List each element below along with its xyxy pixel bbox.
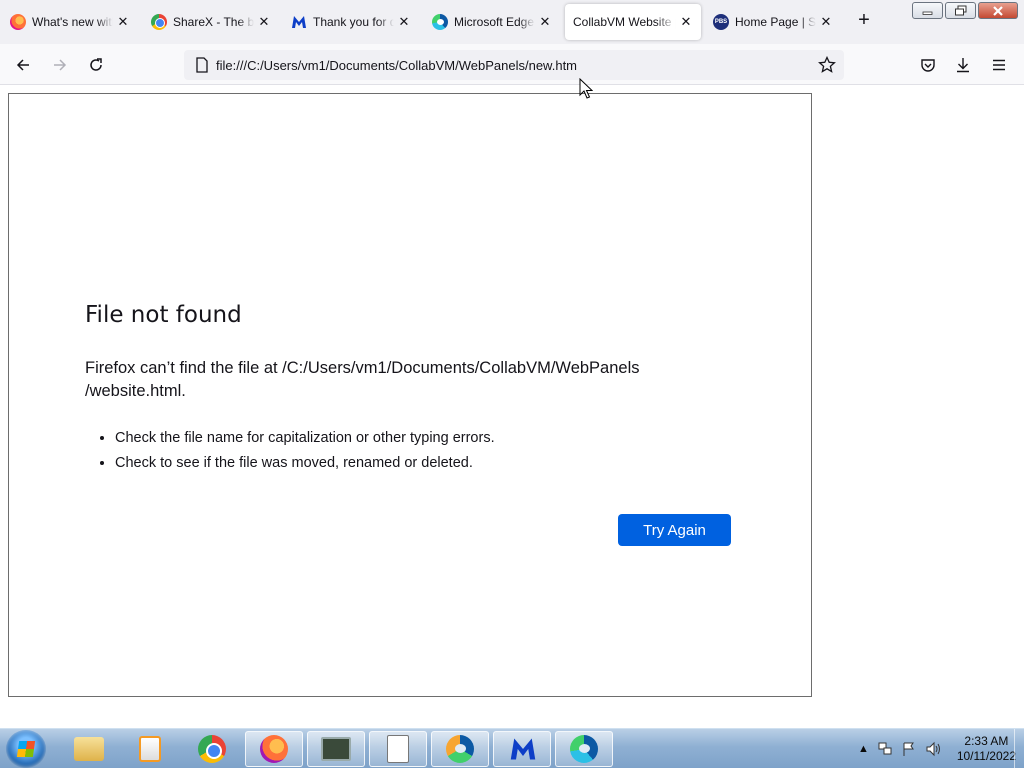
tab-title: What's new with <box>32 15 113 29</box>
list-item: Check to see if the file was moved, rena… <box>115 455 495 471</box>
close-window-button[interactable] <box>978 2 1018 19</box>
tab-title: Microsoft Edge <box>454 15 535 29</box>
tab-thank-you[interactable]: Thank you for d ✕ <box>283 4 419 40</box>
taskbar-chrome[interactable] <box>183 731 241 767</box>
taskbar-media-player[interactable] <box>121 731 179 767</box>
taskbar-malwarebytes[interactable] <box>493 731 551 767</box>
show-hidden-icons-icon[interactable]: ▲ <box>858 743 869 755</box>
action-center-flag-icon[interactable] <box>901 741 917 757</box>
chrome-icon <box>198 735 226 763</box>
close-tab-icon[interactable]: ✕ <box>819 14 833 30</box>
close-tab-icon[interactable]: ✕ <box>116 14 130 30</box>
suggestion-list: Check the file name for capitalization o… <box>115 430 495 480</box>
tab-title: CollabVM Website p <box>573 15 676 29</box>
start-button[interactable] <box>6 730 46 768</box>
network-icon[interactable] <box>877 741 893 757</box>
page-title: File not found <box>85 302 242 328</box>
new-tab-button[interactable]: + <box>853 10 875 32</box>
task-manager-icon <box>321 737 351 761</box>
notepad-icon <box>387 735 409 763</box>
tab-sharex[interactable]: ShareX - The be ✕ <box>143 4 279 40</box>
mouse-cursor-icon <box>579 78 593 99</box>
navigation-toolbar: file:///C:/Users/vm1/Documents/CollabVM/… <box>0 44 1024 85</box>
list-item: Check the file name for capitalization o… <box>115 430 495 446</box>
volume-icon[interactable] <box>925 741 943 757</box>
bookmark-star-icon[interactable] <box>818 55 836 79</box>
firefox-icon <box>260 735 288 763</box>
forward-button[interactable] <box>47 52 73 78</box>
folder-icon <box>74 737 104 761</box>
taskbar-edge[interactable] <box>555 731 613 767</box>
clock[interactable]: 2:33 AM 10/11/2022 <box>957 734 1016 764</box>
edge-dev-icon <box>446 735 474 763</box>
pbs-icon: PBS <box>713 14 729 30</box>
tab-whats-new[interactable]: What's new with ✕ <box>2 4 138 40</box>
tab-microsoft-edge[interactable]: Microsoft Edge ✕ <box>424 4 560 40</box>
downloads-button[interactable] <box>950 52 976 78</box>
restore-button[interactable] <box>945 2 976 19</box>
system-tray: ▲ 2:33 AM 10/11/2022 <box>858 729 1016 768</box>
edge-icon <box>432 14 448 30</box>
taskbar-notepad[interactable] <box>369 731 427 767</box>
malwarebytes-icon <box>508 735 536 763</box>
hamburger-menu-icon <box>993 59 1005 71</box>
tab-title: ShareX - The be <box>173 15 254 29</box>
back-button[interactable] <box>10 52 36 78</box>
close-tab-icon[interactable]: ✕ <box>679 14 693 30</box>
minimize-button[interactable] <box>912 2 943 19</box>
window-controls <box>912 2 1018 19</box>
clock-date: 10/11/2022 <box>956 749 1016 763</box>
close-tab-icon[interactable]: ✕ <box>257 14 271 30</box>
forward-arrow-icon <box>54 59 67 71</box>
error-page: File not found Firefox can’t find the fi… <box>8 93 812 697</box>
edge-icon <box>570 735 598 763</box>
chrome-icon <box>151 14 167 30</box>
close-tab-icon[interactable]: ✕ <box>397 14 411 30</box>
clock-time: 2:33 AM <box>964 734 1009 748</box>
try-again-button[interactable]: Try Again <box>618 514 731 546</box>
media-player-icon <box>139 736 161 762</box>
tab-home-page[interactable]: PBS Home Page | Se ✕ <box>705 4 841 40</box>
page-icon[interactable] <box>188 57 216 73</box>
tab-collabvm[interactable]: CollabVM Website p ✕ <box>565 4 701 40</box>
back-arrow-icon <box>16 59 29 71</box>
address-bar[interactable]: file:///C:/Users/vm1/Documents/CollabVM/… <box>184 50 844 80</box>
show-desktop-button[interactable] <box>1014 729 1024 768</box>
close-tab-icon[interactable]: ✕ <box>538 14 552 30</box>
firefox-icon <box>10 14 26 30</box>
taskbar: ▲ 2:33 AM 10/11/2022 <box>0 728 1024 768</box>
tab-strip: What's new with ✕ ShareX - The be ✕ Than… <box>0 0 1024 44</box>
download-icon <box>957 58 969 73</box>
error-description: Firefox can’t find the file at /C:/Users… <box>85 359 640 400</box>
taskbar-edge-dev[interactable] <box>431 731 489 767</box>
reload-button[interactable] <box>83 52 109 78</box>
taskbar-firefox[interactable] <box>245 731 303 767</box>
url-text[interactable]: file:///C:/Users/vm1/Documents/CollabVM/… <box>216 58 577 73</box>
pocket-button[interactable] <box>915 52 941 78</box>
reload-icon <box>90 58 102 71</box>
app-menu-button[interactable] <box>986 52 1012 78</box>
taskbar-task-manager[interactable] <box>307 731 365 767</box>
tab-title: Thank you for d <box>313 15 394 29</box>
malwarebytes-icon <box>291 14 307 30</box>
pocket-icon <box>921 59 935 72</box>
taskbar-explorer[interactable] <box>60 731 118 767</box>
tab-title: Home Page | Se <box>735 15 816 29</box>
